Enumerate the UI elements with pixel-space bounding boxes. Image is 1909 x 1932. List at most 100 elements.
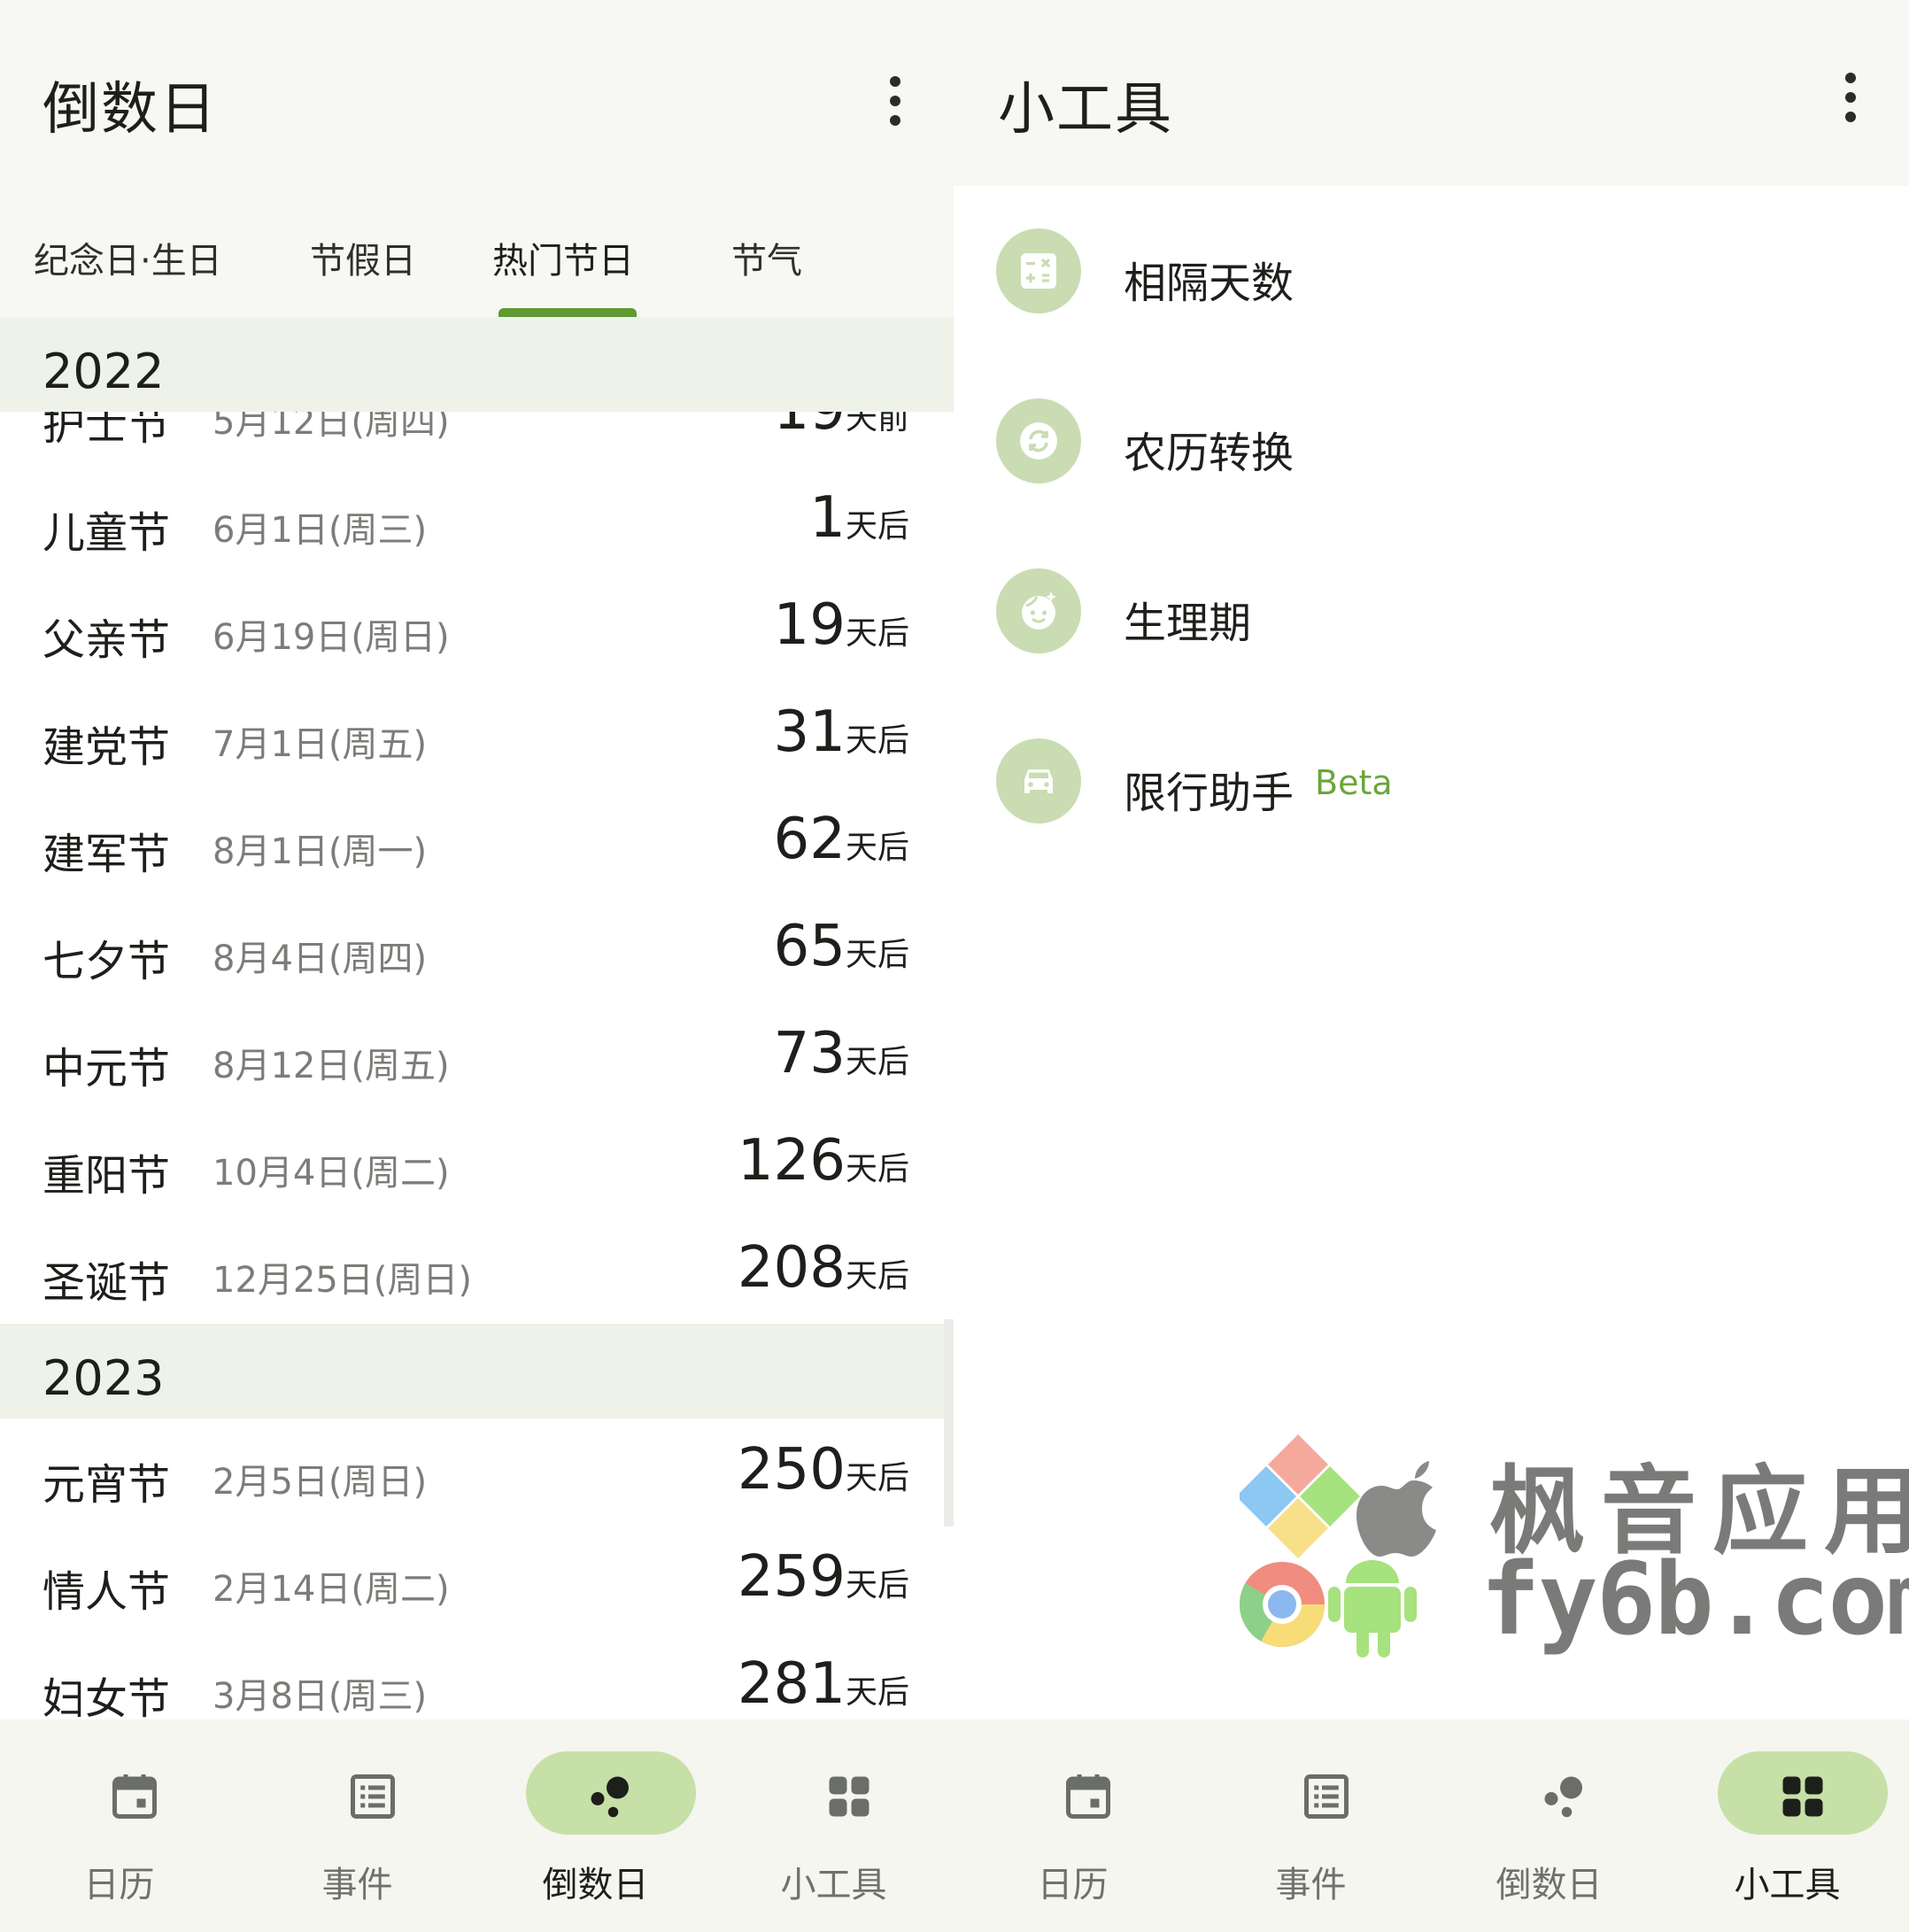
nav-tools[interactable]: 小工具 — [1668, 1719, 1906, 1932]
countdown-icon — [1544, 1776, 1582, 1818]
calendar-icon — [112, 1774, 157, 1819]
festival-name: 圣诞节 — [43, 1258, 171, 1308]
festival-date: 12月25日(周日) — [213, 1260, 473, 1301]
festival-name: 情人节 — [43, 1567, 171, 1617]
beta-badge: Beta — [1315, 763, 1393, 802]
list-item[interactable]: 情人节 2月14日(周二) 259天后 — [0, 1525, 954, 1632]
days-countdown: 62天后 — [773, 807, 909, 872]
festival-date: 8月4日(周四) — [213, 939, 428, 979]
tab-solar-terms[interactable]: 节气 — [731, 232, 802, 283]
nav-label: 事件 — [321, 1865, 393, 1905]
page-title: 小工具 — [998, 77, 1173, 143]
active-tab-indicator — [499, 308, 637, 317]
nav-tools[interactable]: 小工具 — [715, 1719, 953, 1932]
days-countdown: 31天后 — [773, 699, 909, 765]
tool-menstrual-period[interactable]: 生理期 — [954, 544, 1909, 676]
festival-date: 10月4日(周二) — [213, 1153, 450, 1194]
tab-popular-festivals[interactable]: 热门节日 — [492, 232, 634, 283]
days-countdown: 259天后 — [737, 1544, 909, 1610]
list-item[interactable]: 中元节 8月12日(周五) 73天后 — [0, 1001, 954, 1109]
nav-label: 日历 — [83, 1865, 155, 1905]
more-options-button[interactable] — [1833, 73, 1868, 126]
list-item[interactable]: 七夕节 8月4日(周四) 65天后 — [0, 894, 954, 1001]
calendar-icon — [1066, 1774, 1110, 1819]
days-countdown: 208天后 — [737, 1235, 909, 1301]
days-countdown: 19天后 — [773, 592, 909, 658]
car-icon — [996, 738, 1081, 823]
calculator-icon — [996, 228, 1081, 313]
festival-name: 父亲节 — [43, 615, 171, 665]
platform-logos-icon — [1240, 1434, 1436, 1658]
festival-date: 2月14日(周二) — [213, 1569, 450, 1610]
bottom-navigation: 日历 事件 倒数日 小工具 — [0, 1719, 954, 1932]
list-item[interactable]: 建军节 8月1日(周一) 62天后 — [0, 787, 954, 894]
countdown-screen: 倒数日 纪念日·生日 节假日 热门节日 节气 护士节 5月12日(周四) 19天… — [0, 0, 954, 1932]
list-item[interactable]: 元宵节 2月5日(周日) 250天后 — [0, 1418, 954, 1525]
more-options-button[interactable] — [877, 76, 913, 129]
countdown-icon — [591, 1776, 629, 1818]
festival-name: 元宵节 — [43, 1460, 171, 1510]
nav-label: 小工具 — [1734, 1865, 1841, 1905]
list-item[interactable]: 建党节 7月1日(周五) 31天后 — [0, 680, 954, 787]
face-icon — [996, 568, 1081, 653]
festival-name: 重阳节 — [43, 1151, 171, 1201]
scrollbar[interactable] — [944, 1319, 954, 1526]
festival-name: 建党节 — [43, 723, 171, 772]
days-countdown: 73天后 — [773, 1021, 909, 1086]
tab-anniversary-birthday[interactable]: 纪念日·生日 — [34, 232, 222, 283]
grid-icon — [829, 1776, 869, 1817]
year-header-2022: 2022 — [0, 317, 954, 412]
list-item[interactable]: 父亲节 6月19日(周日) 19天后 — [0, 573, 954, 680]
list-item[interactable]: 妇女节 3月8日(周三) 281天后 — [0, 1632, 954, 1719]
nav-events[interactable]: 事件 — [238, 1719, 476, 1932]
festival-date: 6月1日(周三) — [213, 510, 428, 551]
category-tabs: 纪念日·生日 节假日 热门节日 节气 — [0, 186, 954, 317]
festival-date: 6月19日(周日) — [213, 617, 450, 658]
festival-name: 建军节 — [43, 830, 171, 879]
nav-events[interactable]: 事件 — [1192, 1719, 1430, 1932]
days-countdown: 281天后 — [737, 1651, 909, 1717]
festival-date: 2月5日(周日) — [213, 1462, 428, 1503]
days-countdown: 65天后 — [773, 914, 909, 979]
festival-name: 七夕节 — [43, 937, 171, 986]
list-item[interactable]: 儿童节 6月1日(周三) 1天后 — [0, 466, 954, 573]
list-item[interactable]: 圣诞节 12月25日(周日) 208天后 — [0, 1216, 954, 1323]
tool-traffic-restriction[interactable]: 限行助手 Beta — [954, 714, 1909, 846]
nav-countdown[interactable]: 倒数日 — [476, 1719, 715, 1932]
festival-date: 3月8日(周三) — [213, 1676, 428, 1717]
tab-holidays[interactable]: 节假日 — [310, 232, 416, 283]
festival-date: 8月1日(周一) — [213, 831, 428, 872]
tool-label: 相隔天数 — [1124, 259, 1295, 308]
nav-label: 倒数日 — [1496, 1865, 1603, 1905]
nav-label: 倒数日 — [542, 1865, 649, 1905]
site-watermark: 枫音应用 fy6b.com — [1240, 1434, 1909, 1665]
days-countdown: 126天后 — [737, 1128, 909, 1194]
tool-label: 生理期 — [1124, 599, 1252, 648]
top-app-bar: 小工具 — [954, 0, 1909, 186]
nav-label: 小工具 — [780, 1865, 887, 1905]
tool-label: 农历转换 — [1124, 429, 1295, 478]
grid-icon — [1782, 1776, 1823, 1817]
nav-label: 日历 — [1037, 1865, 1109, 1905]
nav-calendar[interactable]: 日历 — [954, 1719, 1192, 1932]
convert-icon — [996, 398, 1081, 483]
festival-date: 7月1日(周五) — [213, 724, 428, 765]
festival-list[interactable]: 护士节 5月12日(周四) 19天前 2022 儿童节 6月1日(周三) 1天后… — [0, 317, 954, 1719]
festival-name: 妇女节 — [43, 1674, 171, 1719]
days-countdown: 250天后 — [737, 1437, 909, 1503]
days-countdown: 1天后 — [809, 485, 909, 551]
nav-countdown[interactable]: 倒数日 — [1430, 1719, 1668, 1932]
list-icon — [1304, 1774, 1349, 1819]
festival-name: 中元节 — [43, 1044, 171, 1094]
list-item[interactable]: 重阳节 10月4日(周二) 126天后 — [0, 1109, 954, 1216]
tool-lunar-conversion[interactable]: 农历转换 — [954, 374, 1909, 506]
year-header-2023: 2023 — [0, 1324, 954, 1418]
list-icon — [351, 1774, 395, 1819]
tool-days-between[interactable]: 相隔天数 — [954, 204, 1909, 336]
tool-label: 限行助手 — [1124, 769, 1295, 818]
festival-date: 8月12日(周五) — [213, 1046, 450, 1086]
nav-label: 事件 — [1275, 1865, 1347, 1905]
nav-calendar[interactable]: 日历 — [0, 1719, 238, 1932]
page-title: 倒数日 — [43, 77, 218, 143]
bottom-navigation: 日历 事件 倒数日 小工具 — [954, 1719, 1909, 1932]
